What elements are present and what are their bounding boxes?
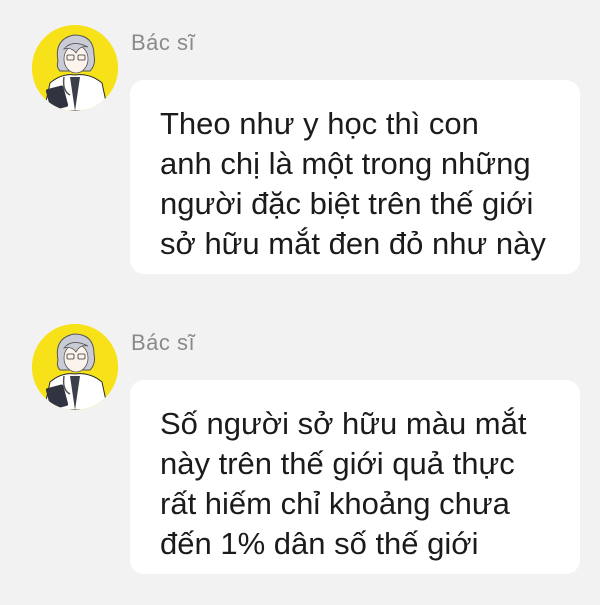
message-bubble[interactable]: Theo như y học thì con anh chị là một tr… xyxy=(130,80,580,274)
message-text-line: rất hiếm chỉ khoảng chưa xyxy=(160,486,510,521)
message-text-line: anh chị là một trong những xyxy=(160,146,531,181)
message-text-line: Theo như y học thì con xyxy=(160,106,479,141)
message-text-line: người đặc biệt trên thế giới xyxy=(160,186,534,221)
doctor-avatar-icon[interactable] xyxy=(32,25,118,111)
sender-name: Bác sĩ xyxy=(131,330,196,355)
message-text-line: sở hữu mắt đen đỏ như này xyxy=(160,226,546,261)
message-text-line: này trên thế giới quả thực xyxy=(160,446,515,481)
message-bubble[interactable]: Số người sở hữu màu mắt này trên thế giớ… xyxy=(130,380,580,574)
message-text-line: Số người sở hữu màu mắt xyxy=(160,406,527,441)
sender-name: Bác sĩ xyxy=(131,30,196,55)
doctor-avatar-icon[interactable] xyxy=(32,324,118,410)
message-text-line: đến 1% dân số thế giới xyxy=(160,526,479,561)
